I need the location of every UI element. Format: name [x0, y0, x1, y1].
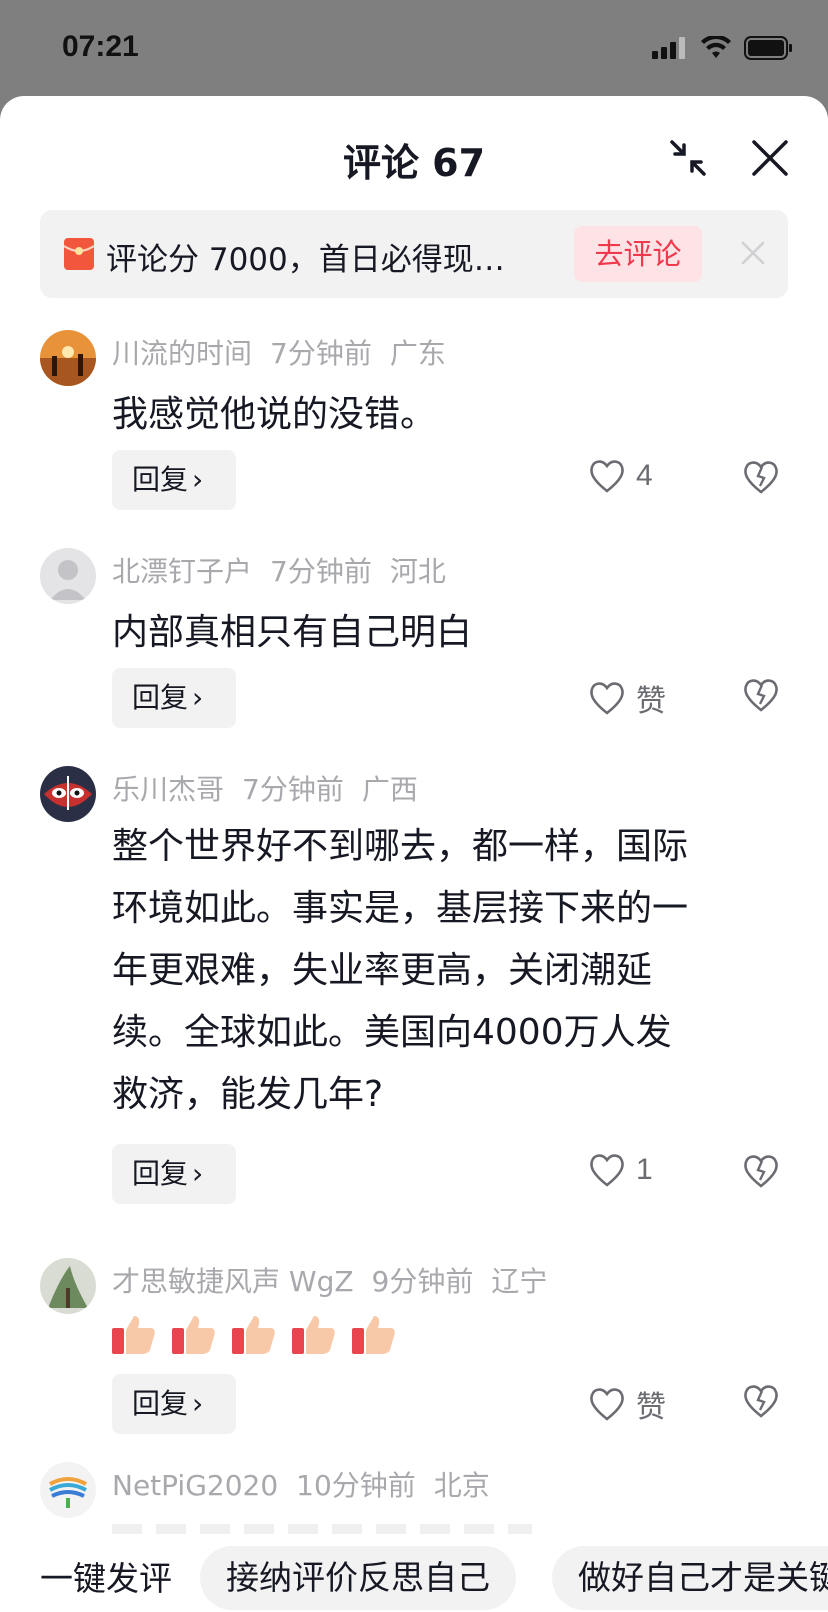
- like-button[interactable]: 赞: [588, 676, 666, 720]
- comment-meta: 乐川杰哥 7分钟前 广西: [112, 768, 436, 808]
- username[interactable]: 北漂钉子户: [112, 555, 252, 588]
- thumbs-up-icon: [352, 1316, 395, 1354]
- like-count: 赞: [636, 1391, 666, 1424]
- reply-label: 回复: [132, 1157, 189, 1190]
- reply-button[interactable]: 回复 ›: [112, 668, 236, 728]
- comment-time: 9分钟前: [371, 1265, 474, 1298]
- comment-text-line: 整个世界好不到哪去，都一样，国际: [112, 826, 689, 867]
- clipped-comment-text: [112, 1524, 532, 1534]
- avatar[interactable]: [40, 766, 96, 822]
- status-time: 07:21: [62, 30, 139, 63]
- thumbs-up-icon: [232, 1316, 275, 1354]
- reply-label: 回复: [132, 463, 189, 496]
- dislike-icon[interactable]: [742, 1382, 780, 1420]
- like-button[interactable]: 4: [588, 458, 653, 494]
- avatar[interactable]: [40, 330, 96, 386]
- dislike-icon[interactable]: [742, 1152, 780, 1190]
- comment-text-line: 救济，能发几年?: [112, 1074, 384, 1115]
- signal-icon: [652, 37, 685, 59]
- reply-button[interactable]: 回复 ›: [112, 1374, 236, 1434]
- comment-meta: 才思敏捷风声 WgZ 9分钟前 辽宁: [112, 1260, 565, 1300]
- quick-reply-chip[interactable]: 做好自己才是关键: [552, 1546, 828, 1610]
- comment-text: 整个世界好不到哪去，都一样，国际 环境如此。事实是，基层接下来的一 年更艰难，失…: [112, 816, 792, 1126]
- quick-reply-chip[interactable]: 接纳评价反思自己: [200, 1546, 516, 1610]
- comment-text-line: 续。全球如此。美国向4000万人发: [112, 1012, 672, 1053]
- comment-location: 辽宁: [491, 1265, 548, 1298]
- status-bar: 07:21: [0, 0, 828, 96]
- promo-banner[interactable]: 评论分 7000，首日必得现… 去评论: [40, 210, 788, 298]
- battery-icon: [744, 36, 792, 60]
- red-envelope-icon: [64, 238, 94, 270]
- comment-text: 内部真相只有自己明白: [112, 612, 473, 653]
- avatar[interactable]: [40, 1258, 96, 1314]
- thumbs-up-icon: [112, 1316, 155, 1354]
- avatar[interactable]: [40, 548, 96, 604]
- chevron-right-icon: ›: [192, 1387, 204, 1420]
- like-button[interactable]: 1: [588, 1152, 653, 1188]
- reply-button[interactable]: 回复 ›: [112, 1144, 236, 1204]
- avatar[interactable]: [40, 1462, 96, 1518]
- status-icons: [652, 36, 794, 60]
- comment-meta: NetPiG2020 10分钟前 北京: [112, 1464, 508, 1504]
- username[interactable]: NetPiG2020: [112, 1469, 278, 1502]
- comment-text-line: 年更艰难，失业率更高，关闭潮延: [112, 950, 653, 991]
- username[interactable]: 川流的时间: [112, 337, 252, 370]
- like-button[interactable]: 赞: [588, 1382, 666, 1426]
- heart-icon: [590, 1154, 624, 1187]
- collapse-icon[interactable]: [668, 138, 708, 178]
- comment-time: 7分钟前: [242, 773, 344, 806]
- comment-location: 北京: [433, 1469, 490, 1502]
- wifi-icon: [701, 36, 731, 58]
- thumbs-up-icon: [292, 1316, 335, 1354]
- like-count: 1: [636, 1153, 653, 1186]
- quick-reply-bar: 一键发评 接纳评价反思自己 做好自己才是关键: [0, 1540, 828, 1612]
- like-count: 4: [636, 459, 653, 492]
- comment-meta: 川流的时间 7分钟前 广东: [112, 332, 464, 372]
- chevron-right-icon: ›: [192, 1157, 204, 1190]
- reply-button[interactable]: 回复 ›: [112, 450, 236, 510]
- promo-close-icon[interactable]: [740, 240, 766, 266]
- comment-text-line: 环境如此。事实是，基层接下来的一: [112, 888, 689, 929]
- username[interactable]: 乐川杰哥: [112, 773, 224, 806]
- heart-icon: [590, 1388, 624, 1421]
- chevron-right-icon: ›: [192, 681, 204, 714]
- close-icon[interactable]: [748, 136, 792, 180]
- dislike-icon[interactable]: [742, 458, 780, 496]
- heart-icon: [590, 682, 624, 715]
- reply-label: 回复: [132, 1387, 189, 1420]
- comment-meta: 北漂钉子户 7分钟前 河北: [112, 550, 464, 590]
- promo-text: 评论分 7000，首日必得现…: [106, 242, 505, 278]
- comment-location: 广西: [361, 773, 418, 806]
- emoji-row: [112, 1314, 396, 1354]
- comment-location: 广东: [389, 337, 446, 370]
- like-count: 赞: [636, 685, 666, 718]
- comment-text: 我感觉他说的没错。: [112, 394, 437, 435]
- go-comment-button[interactable]: 去评论: [574, 226, 702, 282]
- comment-location: 河北: [389, 555, 446, 588]
- comment-sheet: 评论 67 评论分 7000，首日必得现… 去评论 川流的时间 7分钟前 广东 …: [0, 96, 828, 1612]
- comment-time: 7分钟前: [270, 555, 372, 588]
- chevron-right-icon: ›: [192, 463, 204, 496]
- comment-time: 7分钟前: [270, 337, 372, 370]
- comment-time: 10分钟前: [296, 1469, 416, 1502]
- dislike-icon[interactable]: [742, 676, 780, 714]
- thumbs-up-icon: [172, 1316, 215, 1354]
- username[interactable]: 才思敏捷风声 WgZ: [112, 1265, 354, 1298]
- quick-reply-label: 一键发评: [40, 1559, 172, 1598]
- reply-label: 回复: [132, 681, 189, 714]
- heart-icon: [590, 460, 624, 493]
